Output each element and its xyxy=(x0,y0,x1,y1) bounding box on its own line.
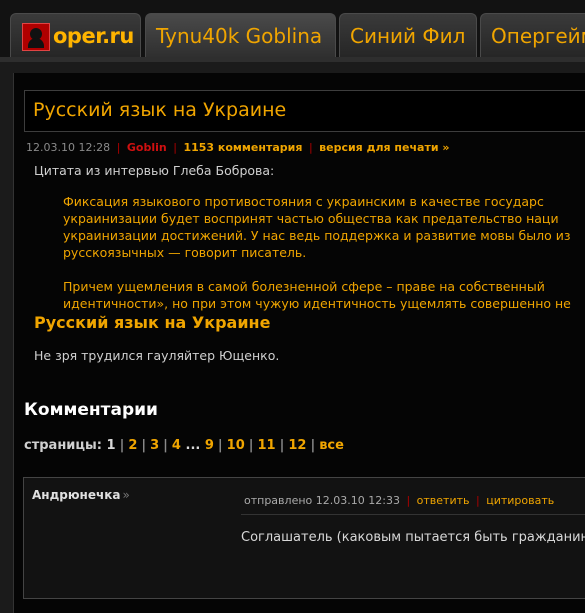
meta-separator: | xyxy=(476,494,480,507)
article-title-box: Русский язык на Украине xyxy=(24,90,585,132)
tab-opergeym[interactable]: Опергейм xyxy=(480,13,585,57)
page-separator: | xyxy=(310,438,316,453)
comment-sent-label: отправлено xyxy=(244,494,313,507)
nav-divider xyxy=(0,57,585,62)
meta-separator: | xyxy=(308,141,313,154)
comment-sent-at: 12.03.10 12:33 xyxy=(315,494,400,507)
page-separator: | xyxy=(163,438,168,453)
print-version-link[interactable]: версия для печати » xyxy=(319,141,449,154)
article-quote: Фиксация языкового противостояния с укра… xyxy=(63,193,585,312)
article-author-link[interactable]: Goblin xyxy=(127,141,167,154)
page-link-all[interactable]: все xyxy=(319,438,344,453)
article-intro: Цитата из интервью Глеба Боброва: xyxy=(34,163,275,178)
author-raquo[interactable]: » xyxy=(122,488,129,502)
page-separator: | xyxy=(141,438,147,453)
page-separator: | xyxy=(119,438,125,453)
article-meta: 12.03.10 12:28 | Goblin | 1153 комментар… xyxy=(26,141,449,154)
article-date: 12.03.10 12:28 xyxy=(26,141,111,154)
article-note: Не зря трудился гауляйтер Ющенко. xyxy=(34,348,280,363)
quote-line: украинизации достижений. У нас ведь подд… xyxy=(63,228,571,243)
quote-line: идентичности», но при этом чужую идентич… xyxy=(63,296,571,311)
article-subtitle: Русский язык на Украине xyxy=(34,313,271,332)
top-navigation: oper.ru Tynu40k Goblina Синий Фил Оперге… xyxy=(0,0,585,62)
comment-item: Андрюнечка» отправлено 12.03.10 12:33 | … xyxy=(23,477,585,599)
comment-text: Соглашатель (каковым пытается быть гражд… xyxy=(241,530,585,545)
page-link-12[interactable]: 12 xyxy=(288,438,306,453)
page-link-2[interactable]: 2 xyxy=(128,438,137,453)
page-link-9[interactable]: 9 xyxy=(205,438,214,453)
comment-author: Андрюнечка» xyxy=(32,488,130,502)
meta-separator: | xyxy=(406,494,411,507)
quote-spacer xyxy=(63,261,585,278)
comments-heading: Комментарии xyxy=(24,400,158,420)
tab-siniy-fil[interactable]: Синий Фил xyxy=(339,13,477,57)
article-title: Русский язык на Украине xyxy=(33,99,287,121)
site-logo-tab[interactable]: oper.ru xyxy=(10,13,141,57)
pagination: страницы: 1 | 2 | 3 | 4 ... 9 | 10 | 11 | 12 | все xyxy=(24,438,344,453)
comment-meta: отправлено 12.03.10 12:33 | ответить | ц… xyxy=(244,494,554,507)
quote-line: Причем ущемления в самой болезненной сфе… xyxy=(63,279,545,294)
comment-author-link[interactable]: Андрюнечка xyxy=(32,488,120,502)
reply-link[interactable]: ответить xyxy=(417,494,470,507)
page-link-3[interactable]: 3 xyxy=(150,438,159,453)
page-link-10[interactable]: 10 xyxy=(227,438,245,453)
quote-line: украинизации будет воспринят частью обще… xyxy=(63,211,559,226)
page-link-1[interactable]: 1 xyxy=(107,438,116,453)
pages-label: страницы: xyxy=(24,438,102,453)
logo-portrait-icon xyxy=(22,23,50,51)
logo-text: oper.ru xyxy=(53,24,134,48)
quote-line: Фиксация языкового противостояния с укра… xyxy=(63,194,544,209)
meta-separator: | xyxy=(116,141,121,154)
comments-count-link[interactable]: 1153 комментария xyxy=(183,141,302,154)
page-ellipsis: ... xyxy=(185,438,201,453)
quote-link[interactable]: цитировать xyxy=(486,494,554,507)
tab-tynu40k-goblina[interactable]: Tynu40k Goblina xyxy=(145,13,336,57)
page-link-11[interactable]: 11 xyxy=(258,438,276,453)
page-separator: | xyxy=(279,438,285,453)
page-separator: | xyxy=(248,438,254,453)
meta-separator: | xyxy=(173,141,177,154)
page-separator: | xyxy=(217,438,223,453)
quote-line: русскоязычных — говорит писатель. xyxy=(63,245,307,260)
page-link-4[interactable]: 4 xyxy=(172,438,181,453)
